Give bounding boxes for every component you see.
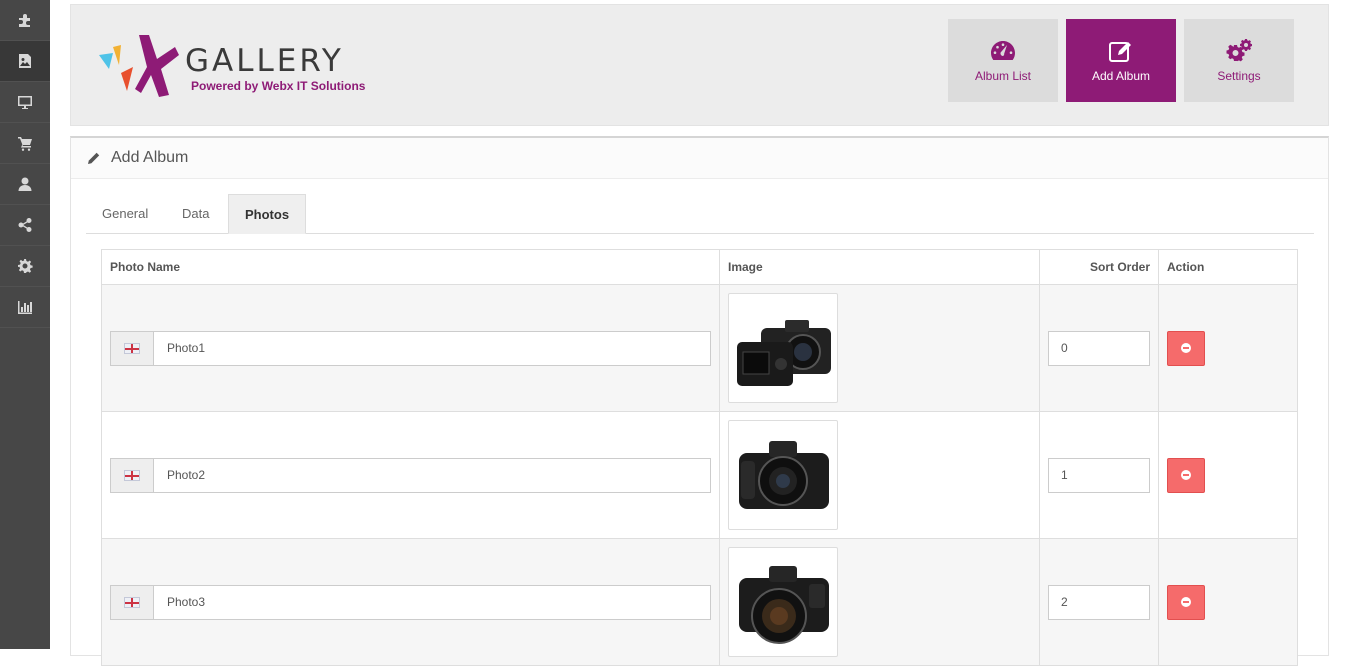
sort-order-input[interactable] [1048,330,1150,366]
photo-name-input[interactable] [153,330,711,366]
remove-photo-button[interactable] [1167,330,1205,366]
language-addon [110,330,153,366]
table-row [101,411,1298,539]
add-album-panel: Add Album General Data Photos Photo Name… [70,136,1329,666]
sidebar-item-customers[interactable] [0,164,50,205]
camera-image [739,441,829,509]
photo-name-input-group [110,457,711,493]
puzzle-icon [19,14,30,27]
cart-icon [18,137,32,151]
column-header-image: Image [719,249,1040,285]
photo-name-cell [101,538,720,666]
sidebar-item-marketing[interactable] [0,205,50,246]
tab-data[interactable]: Data [166,194,225,234]
sort-order-input[interactable] [1048,584,1150,620]
dashboard-icon [991,40,1015,60]
bar-chart-icon [18,301,32,314]
logo-text: GALLERY [185,43,344,79]
photo-thumbnail[interactable] [728,547,838,657]
sidebar-item-design[interactable] [0,82,50,123]
sidebar [0,0,50,649]
photo-name-input-group [110,584,711,620]
sort-order-cell [1039,411,1159,539]
add-album-button[interactable]: Add Album [1066,19,1176,102]
sort-order-cell [1039,284,1159,412]
minus-circle-icon [1181,470,1191,480]
tab-general[interactable]: General [86,194,164,234]
panel-heading: Add Album [71,138,1328,179]
add-album-label: Add Album [1091,68,1151,83]
language-addon [110,457,153,493]
image-cell [719,538,1040,666]
photo-name-input[interactable] [153,457,711,493]
column-header-photo-name: Photo Name [101,249,720,285]
album-list-label: Album List [974,68,1032,83]
sidebar-item-reports[interactable] [0,287,50,328]
photos-table: Photo Name Image Sort Order Action [101,249,1298,666]
image-icon [19,54,31,68]
column-header-sort-order: Sort Order [1039,249,1159,285]
settings-label: Settings [1217,68,1261,83]
sort-order-input[interactable] [1048,457,1150,493]
sidebar-item-system[interactable] [0,246,50,287]
photo-thumbnail[interactable] [728,293,838,403]
photo-name-cell [101,411,720,539]
album-list-button[interactable]: Album List [948,19,1058,102]
minus-circle-icon [1181,343,1191,353]
photo-name-cell [101,284,720,412]
image-cell [719,284,1040,412]
logo-subtitle: Powered by Webx IT Solutions [191,79,366,93]
minus-circle-icon [1181,597,1191,607]
gears-icon [1226,38,1252,61]
action-cell [1158,538,1298,666]
panel-title: Add Album [111,149,189,166]
logo: GALLERY Powered by Webx IT Solutions [99,33,379,101]
edit-icon [1109,41,1131,62]
uk-flag-icon [124,469,140,481]
pencil-icon [88,152,100,164]
sidebar-item-extensions[interactable] [0,0,50,41]
sidebar-item-gallery[interactable] [0,41,50,82]
table-row [101,284,1298,412]
header: GALLERY Powered by Webx IT Solutions Alb… [70,4,1329,126]
gear-icon [18,259,33,273]
language-addon [110,584,153,620]
photo-thumbnail[interactable] [728,420,838,530]
share-icon [18,218,32,232]
user-icon [18,177,32,191]
remove-photo-button[interactable] [1167,457,1205,493]
table-row [101,538,1298,666]
image-cell [719,411,1040,539]
sort-order-cell [1039,538,1159,666]
photo-name-input-group [110,330,711,366]
settings-button[interactable]: Settings [1184,19,1294,102]
uk-flag-icon [124,342,140,354]
action-cell [1158,411,1298,539]
tab-photos[interactable]: Photos [228,194,307,234]
camera-image [737,320,831,386]
logo-mark [99,35,179,97]
uk-flag-icon [124,596,140,608]
sidebar-item-sales[interactable] [0,123,50,164]
photo-name-input[interactable] [153,584,711,620]
camera-image [739,566,829,644]
column-header-action: Action [1158,249,1298,285]
monitor-icon [18,96,32,109]
tab-bar: General Data Photos [86,194,1314,234]
action-cell [1158,284,1298,412]
remove-photo-button[interactable] [1167,584,1205,620]
